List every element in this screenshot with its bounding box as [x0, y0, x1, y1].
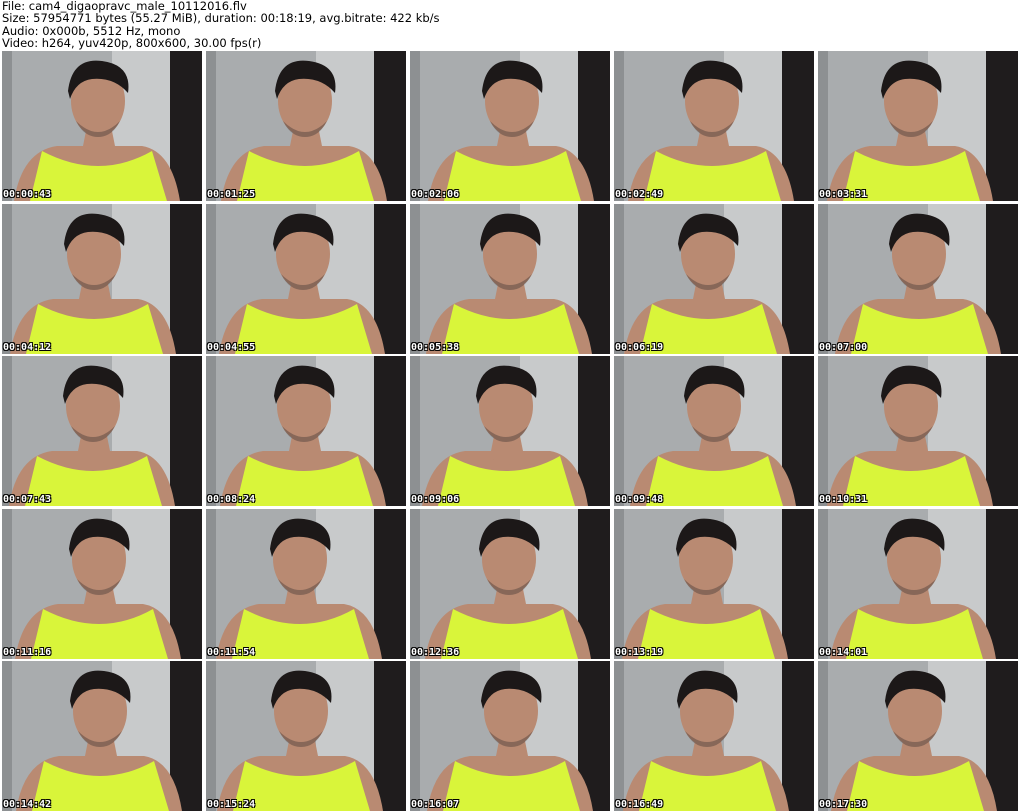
- frame-image: [818, 661, 1018, 811]
- frame-image: [2, 356, 202, 506]
- frame-timestamp: 00:03:31: [819, 189, 868, 200]
- frame-timestamp: 00:05:38: [411, 341, 460, 353]
- thumbnail-frame[interactable]: 00:13:19: [614, 508, 814, 659]
- frame-image: [614, 356, 814, 506]
- frame-timestamp: 00:07:00: [819, 341, 868, 353]
- thumbnail-frame[interactable]: 00:00:43: [2, 51, 202, 201]
- frame-timestamp: 00:11:16: [3, 646, 52, 658]
- frame-image: [206, 661, 406, 811]
- thumbnail-frame[interactable]: 00:07:00: [818, 203, 1018, 354]
- thumbnail-frame[interactable]: 00:08:24: [206, 356, 406, 506]
- thumbnail-frame[interactable]: 00:11:16: [2, 508, 202, 659]
- thumbnail-frame[interactable]: 00:09:48: [614, 356, 814, 506]
- thumbnail-frame[interactable]: 00:04:55: [206, 203, 406, 354]
- frame-image: [410, 508, 610, 659]
- frame-timestamp: 00:04:12: [3, 341, 52, 353]
- frame-timestamp: 00:17:30: [819, 799, 868, 810]
- frame-image: [410, 356, 610, 506]
- frame-image: [818, 51, 1018, 201]
- frame-timestamp: 00:12:36: [411, 646, 460, 658]
- frame-image: [206, 356, 406, 506]
- thumbnail-frame[interactable]: 00:05:38: [410, 203, 610, 354]
- video-line: Video: h264, yuv420p, 800x600, 30.00 fps…: [2, 36, 262, 51]
- thumbnail-grid: 00:00:43 00:01:25 00:02:06 00:02:49 00:03:31…: [2, 51, 1022, 811]
- frame-timestamp: 00:15:24: [207, 799, 256, 810]
- frame-image: [410, 203, 610, 354]
- thumbnail-frame[interactable]: 00:12:36: [410, 508, 610, 659]
- frame-image: [206, 203, 406, 354]
- frame-image: [2, 508, 202, 659]
- frame-timestamp: 00:00:43: [3, 189, 52, 200]
- frame-image: [2, 203, 202, 354]
- thumbnail-frame[interactable]: 00:07:43: [2, 356, 202, 506]
- frame-timestamp: 00:09:48: [615, 494, 664, 505]
- thumbnail-frame[interactable]: 00:17:30: [818, 661, 1018, 811]
- frame-timestamp: 00:16:49: [615, 799, 664, 810]
- frame-image: [614, 51, 814, 201]
- frame-timestamp: 00:02:49: [615, 189, 664, 200]
- video-info-header: File: cam4_digaopravc_male_10112016.flv …: [2, 0, 440, 50]
- frame-timestamp: 00:01:25: [207, 189, 256, 200]
- frame-image: [2, 51, 202, 201]
- frame-image: [206, 508, 406, 659]
- thumbnail-frame[interactable]: 00:11:54: [206, 508, 406, 659]
- frame-image: [2, 661, 202, 811]
- frame-image: [410, 661, 610, 811]
- thumbnail-frame[interactable]: 00:10:31: [818, 356, 1018, 506]
- frame-timestamp: 00:10:31: [819, 494, 868, 505]
- frame-timestamp: 00:08:24: [207, 494, 256, 505]
- size-line: Size: 57954771 bytes (55.27 MiB), durati…: [2, 11, 440, 26]
- thumbnail-frame[interactable]: 00:02:49: [614, 51, 814, 201]
- frame-timestamp: 00:13:19: [615, 646, 664, 658]
- frame-image: [206, 51, 406, 201]
- frame-timestamp: 00:11:54: [207, 646, 256, 658]
- frame-timestamp: 00:07:43: [3, 494, 52, 505]
- thumbnail-frame[interactable]: 00:03:31: [818, 51, 1018, 201]
- frame-timestamp: 00:02:06: [411, 189, 460, 200]
- frame-timestamp: 00:14:01: [819, 646, 868, 658]
- frame-image: [614, 508, 814, 659]
- thumbnail-frame[interactable]: 00:15:24: [206, 661, 406, 811]
- thumbnail-frame[interactable]: 00:09:06: [410, 356, 610, 506]
- frame-image: [818, 203, 1018, 354]
- thumbnail-frame[interactable]: 00:16:49: [614, 661, 814, 811]
- frame-image: [614, 661, 814, 811]
- thumbnail-frame[interactable]: 00:01:25: [206, 51, 406, 201]
- frame-timestamp: 00:14:42: [3, 799, 52, 810]
- frame-timestamp: 00:09:06: [411, 494, 460, 505]
- frame-image: [614, 203, 814, 354]
- thumbnail-frame[interactable]: 00:14:42: [2, 661, 202, 811]
- thumbnail-frame[interactable]: 00:04:12: [2, 203, 202, 354]
- frame-timestamp: 00:06:19: [615, 341, 664, 353]
- thumbnail-frame[interactable]: 00:14:01: [818, 508, 1018, 659]
- frame-image: [818, 356, 1018, 506]
- thumbnail-frame[interactable]: 00:16:07: [410, 661, 610, 811]
- thumbnail-frame[interactable]: 00:02:06: [410, 51, 610, 201]
- frame-image: [410, 51, 610, 201]
- frame-timestamp: 00:04:55: [207, 341, 256, 353]
- frame-image: [818, 508, 1018, 659]
- frame-timestamp: 00:16:07: [411, 799, 460, 810]
- thumbnail-frame[interactable]: 00:06:19: [614, 203, 814, 354]
